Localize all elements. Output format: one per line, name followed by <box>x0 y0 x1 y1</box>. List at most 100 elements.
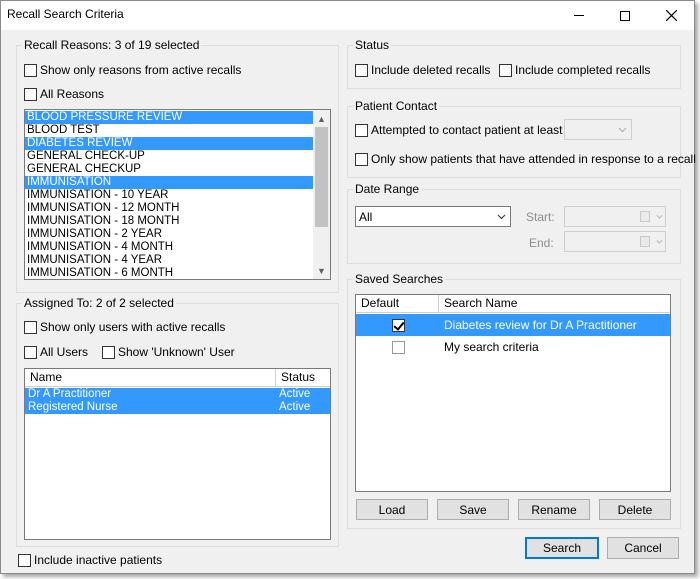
delete-button[interactable]: Delete <box>599 499 671 520</box>
reason-list-item[interactable]: IMMUNISATION - 18 MONTH <box>25 215 313 228</box>
attended-label: Only show patients that have attended in… <box>371 152 696 166</box>
assigned-to-label: Assigned To: 2 of 2 selected <box>22 296 176 310</box>
checkbox-box <box>355 63 368 77</box>
all-reasons-checkbox[interactable]: All Reasons <box>24 87 104 101</box>
recall-reasons-list[interactable]: BLOOD PRESSURE REVIEW BLOOD TEST DIABETES … <box>24 109 331 280</box>
reason-list-item[interactable]: BLOOD TEST <box>25 124 313 137</box>
reason-list-item[interactable]: BLOOD PRESSURE REVIEW <box>25 111 313 124</box>
attempted-contact-checkbox[interactable]: Attempted to contact patient at least <box>355 123 562 137</box>
saved-table-header: Default Search Search Name <box>356 295 670 327</box>
date-range-label: Date Range <box>353 182 422 196</box>
title-bar: Recall Search Criteria <box>1 1 694 30</box>
checkbox-box <box>499 63 512 77</box>
reason-list-item[interactable]: IMMUNISATION - 4 YEAR <box>25 254 313 267</box>
saved-search-row[interactable]: Diabetes review for Dr A Practitioner <box>356 314 670 336</box>
default-search-checkbox[interactable] <box>391 318 405 332</box>
column-name[interactable]: Name <box>25 369 276 386</box>
scroll-up-icon[interactable]: ▲ <box>313 110 330 127</box>
reason-list-item[interactable]: IMMUNISATION - 4 MONTH <box>25 241 313 254</box>
maximize-icon <box>620 10 630 21</box>
saved-rows: Diabetes review for Dr A Practitioner My … <box>356 313 670 373</box>
minimize-button[interactable] <box>556 1 602 30</box>
save-button[interactable]: Save <box>437 499 509 520</box>
recall-reasons-label: Recall Reasons: 3 of 19 selected <box>22 38 202 52</box>
active-users-checkbox[interactable]: Show only users with active recalls <box>24 320 225 334</box>
attended-checkbox[interactable]: Only show patients that have attended in… <box>355 152 696 166</box>
include-deleted-checkbox[interactable]: Include deleted recalls <box>355 63 490 77</box>
saved-searches-label: Saved Searches <box>353 272 446 286</box>
reason-list-item[interactable]: GENERAL CHECKUP <box>25 163 313 176</box>
checkbox-box <box>24 320 37 334</box>
user-name-cell: Registered Nurse <box>28 401 118 413</box>
search-name-cell: Diabetes review for Dr A Practitioner <box>444 318 637 332</box>
chevron-down-icon <box>656 215 663 219</box>
active-users-label: Show only users with active recalls <box>40 320 226 334</box>
rename-button[interactable]: Rename <box>518 499 590 520</box>
user-name-cell: Dr A Practitioner <box>28 388 112 400</box>
reason-list-item[interactable]: IMMUNISATION <box>25 176 313 189</box>
users-table-header: Name Status <box>25 369 330 387</box>
load-button[interactable]: Load <box>356 499 428 520</box>
reason-list-item[interactable]: GENERAL CHECK-UP <box>25 150 313 163</box>
minimize-icon <box>574 15 584 16</box>
unknown-user-label: Show 'Unknown' User <box>118 345 235 359</box>
scroll-down-icon[interactable]: ▼ <box>313 262 330 279</box>
checkbox-box <box>24 87 37 101</box>
saved-searches-table[interactable]: Default Search Search Name Diabetes revi… <box>355 294 671 492</box>
active-reasons-label: Show only reasons from active recalls <box>40 63 242 77</box>
user-table-row[interactable]: Dr A Practitioner Active <box>25 388 330 401</box>
reasons-items: BLOOD PRESSURE REVIEW BLOOD TEST DIABETES … <box>25 110 330 279</box>
calendar-icon <box>640 211 650 222</box>
default-search-cell <box>356 318 440 332</box>
column-search-name[interactable]: Search Name <box>439 295 670 312</box>
patient-contact-label: Patient Contact <box>353 99 440 113</box>
all-users-checkbox[interactable]: All Users <box>24 345 88 359</box>
user-status-cell: Active <box>279 388 311 400</box>
active-reasons-checkbox[interactable]: Show only reasons from active recalls <box>24 63 241 77</box>
include-deleted-label: Include deleted recalls <box>371 63 491 77</box>
attempted-contact-label: Attempted to contact patient at least <box>371 123 563 137</box>
scroll-thumb[interactable] <box>315 127 328 227</box>
reasons-scrollbar[interactable]: ▲ ▼ <box>313 110 330 279</box>
patient-contact-group <box>347 106 681 178</box>
start-date-label: Start: <box>526 210 555 224</box>
default-search-cell <box>356 340 440 354</box>
checkbox-box <box>24 345 37 359</box>
unknown-user-checkbox[interactable]: Show 'Unknown' User <box>102 345 235 359</box>
assigned-users-table[interactable]: Name Status Dr A Practitioner Active Regis… <box>24 368 331 540</box>
saved-search-row[interactable]: My search criteria <box>356 336 670 358</box>
checkbox-box <box>355 123 368 137</box>
date-range-value: All <box>359 209 373 224</box>
all-users-label: All Users <box>40 345 89 359</box>
end-date-picker[interactable] <box>564 231 666 252</box>
reason-list-item[interactable]: IMMUNISATION - 12 MONTH <box>25 202 313 215</box>
start-date-picker[interactable] <box>564 206 666 227</box>
column-status[interactable]: Status <box>276 369 330 386</box>
search-button[interactable]: Search <box>525 537 599 559</box>
user-table-row[interactable]: Registered Nurse Active <box>25 401 330 414</box>
attempts-dropdown[interactable] <box>564 119 632 140</box>
include-completed-label: Include completed recalls <box>515 63 651 77</box>
cancel-button[interactable]: Cancel <box>607 537 679 559</box>
include-inactive-label: Include inactive patients <box>34 553 163 567</box>
close-button[interactable] <box>648 1 694 30</box>
checkbox-box <box>102 345 115 359</box>
reason-list-item[interactable]: IMMUNISATION - 10 YEAR <box>25 189 313 202</box>
default-search-checkbox[interactable] <box>391 340 405 354</box>
end-date-label: End: <box>529 236 554 250</box>
all-reasons-label: All Reasons <box>40 87 105 101</box>
checkbox-box <box>18 553 31 567</box>
column-default-search[interactable]: Default Search <box>356 295 439 327</box>
close-icon <box>665 10 677 21</box>
include-inactive-checkbox[interactable]: Include inactive patients <box>18 553 162 567</box>
reason-list-item[interactable]: IMMUNISATION - 2 YEAR <box>25 228 313 241</box>
reason-list-item[interactable]: DIABETES REVIEW <box>25 137 313 150</box>
maximize-button[interactable] <box>602 1 648 30</box>
reason-list-item[interactable]: IMMUNISATION - 6 MONTH <box>25 267 313 279</box>
chevron-down-icon <box>618 127 627 133</box>
calendar-icon <box>640 236 650 247</box>
users-rows: Dr A Practitioner Active Registered Nurse A… <box>25 387 330 414</box>
recall-search-window: Recall Search Criteria Recall Reasons: 3… <box>0 0 696 574</box>
date-range-dropdown[interactable]: All <box>355 206 511 227</box>
include-completed-checkbox[interactable]: Include completed recalls <box>499 63 650 77</box>
